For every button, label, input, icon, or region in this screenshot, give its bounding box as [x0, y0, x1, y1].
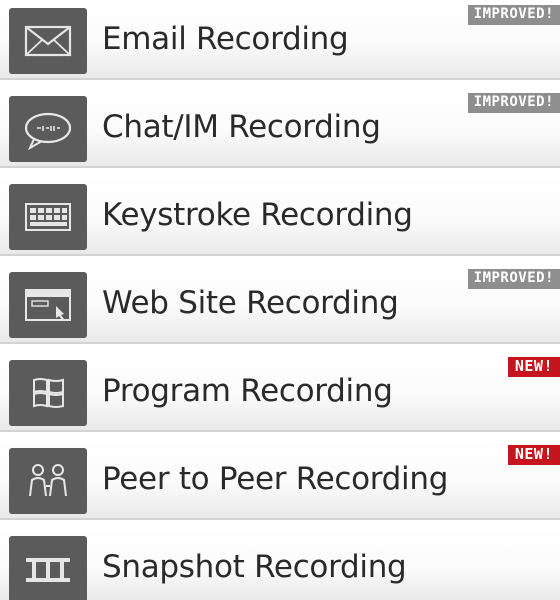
- item-label: Peer to Peer Recording: [102, 461, 449, 497]
- envelope-icon: [9, 8, 87, 74]
- improved-badge: IMPROVED!: [467, 5, 560, 25]
- list-item-email-recording[interactable]: Email Recording IMPROVED!: [0, 0, 560, 80]
- item-label: Keystroke Recording: [102, 197, 413, 233]
- list-item-program-recording[interactable]: Program Recording NEW!: [0, 352, 560, 432]
- keyboard-icon: [9, 184, 87, 250]
- list-item-chat-im-recording[interactable]: Chat/IM Recording IMPROVED!: [0, 88, 560, 168]
- item-label: Web Site Recording: [102, 285, 399, 321]
- film-strip-icon: [9, 536, 87, 600]
- improved-badge: IMPROVED!: [467, 269, 560, 289]
- new-badge: NEW!: [507, 357, 560, 377]
- item-label: Snapshot Recording: [102, 549, 407, 585]
- item-label: Chat/IM Recording: [102, 109, 381, 145]
- list-item-snapshot-recording[interactable]: Snapshot Recording: [0, 528, 560, 600]
- recording-features-list: Email Recording IMPROVED! Chat/IM Record…: [0, 0, 560, 600]
- item-label: Program Recording: [102, 373, 393, 409]
- list-item-web-site-recording[interactable]: Web Site Recording IMPROVED!: [0, 264, 560, 344]
- improved-badge: IMPROVED!: [467, 93, 560, 113]
- list-item-keystroke-recording[interactable]: Keystroke Recording: [0, 176, 560, 256]
- chat-bubble-icon: [9, 96, 87, 162]
- new-badge: NEW!: [507, 445, 560, 465]
- list-item-peer-to-peer-recording[interactable]: Peer to Peer Recording NEW!: [0, 440, 560, 520]
- item-label: Email Recording: [102, 21, 349, 57]
- browser-window-icon: [9, 272, 87, 338]
- people-icon: [9, 448, 87, 514]
- windows-logo-icon: [9, 360, 87, 426]
